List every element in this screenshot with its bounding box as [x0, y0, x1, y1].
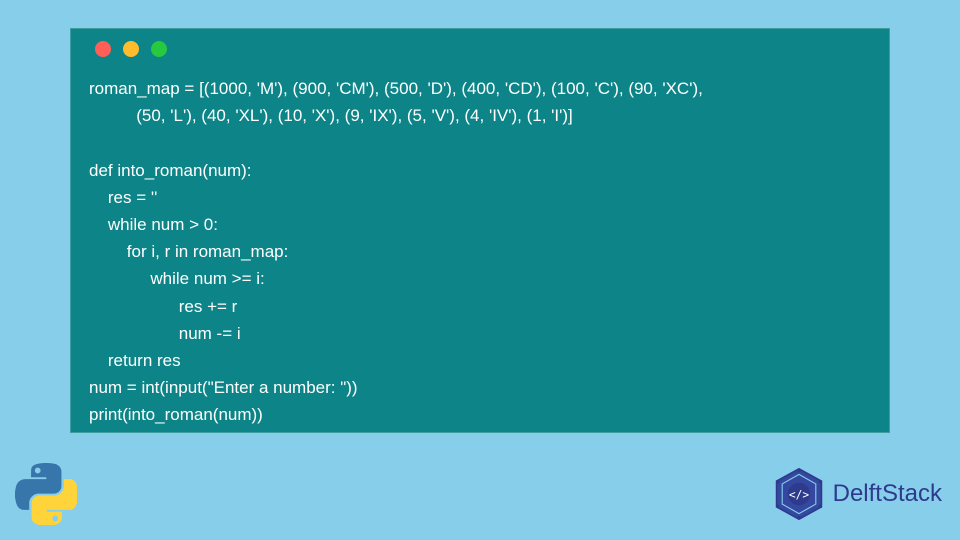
code-line: num -= i: [89, 324, 241, 343]
window-controls: [95, 41, 871, 57]
close-icon: [95, 41, 111, 57]
code-line: num = int(input("Enter a number: ")): [89, 378, 358, 397]
python-logo-icon: [15, 463, 77, 525]
code-line: while num >= i:: [89, 269, 265, 288]
brand: </> DelftStack: [771, 466, 942, 522]
code-line: while num > 0:: [89, 215, 218, 234]
code-line: res += r: [89, 297, 237, 316]
delftstack-logo-icon: </>: [771, 466, 827, 522]
code-line: print(into_roman(num)): [89, 405, 263, 424]
maximize-icon: [151, 41, 167, 57]
brand-name: DelftStack: [833, 480, 942, 508]
code-line: for i, r in roman_map:: [89, 242, 288, 261]
code-line: return res: [89, 351, 181, 370]
svg-text:</>: </>: [789, 488, 809, 501]
minimize-icon: [123, 41, 139, 57]
code-line: def into_roman(num):: [89, 161, 252, 180]
code-line: (50, 'L'), (40, 'XL'), (10, 'X'), (9, 'I…: [89, 106, 573, 125]
code-panel: roman_map = [(1000, 'M'), (900, 'CM'), (…: [70, 28, 890, 433]
code-line: roman_map = [(1000, 'M'), (900, 'CM'), (…: [89, 79, 703, 98]
code-block: roman_map = [(1000, 'M'), (900, 'CM'), (…: [89, 75, 871, 428]
code-line: res = '': [89, 188, 157, 207]
